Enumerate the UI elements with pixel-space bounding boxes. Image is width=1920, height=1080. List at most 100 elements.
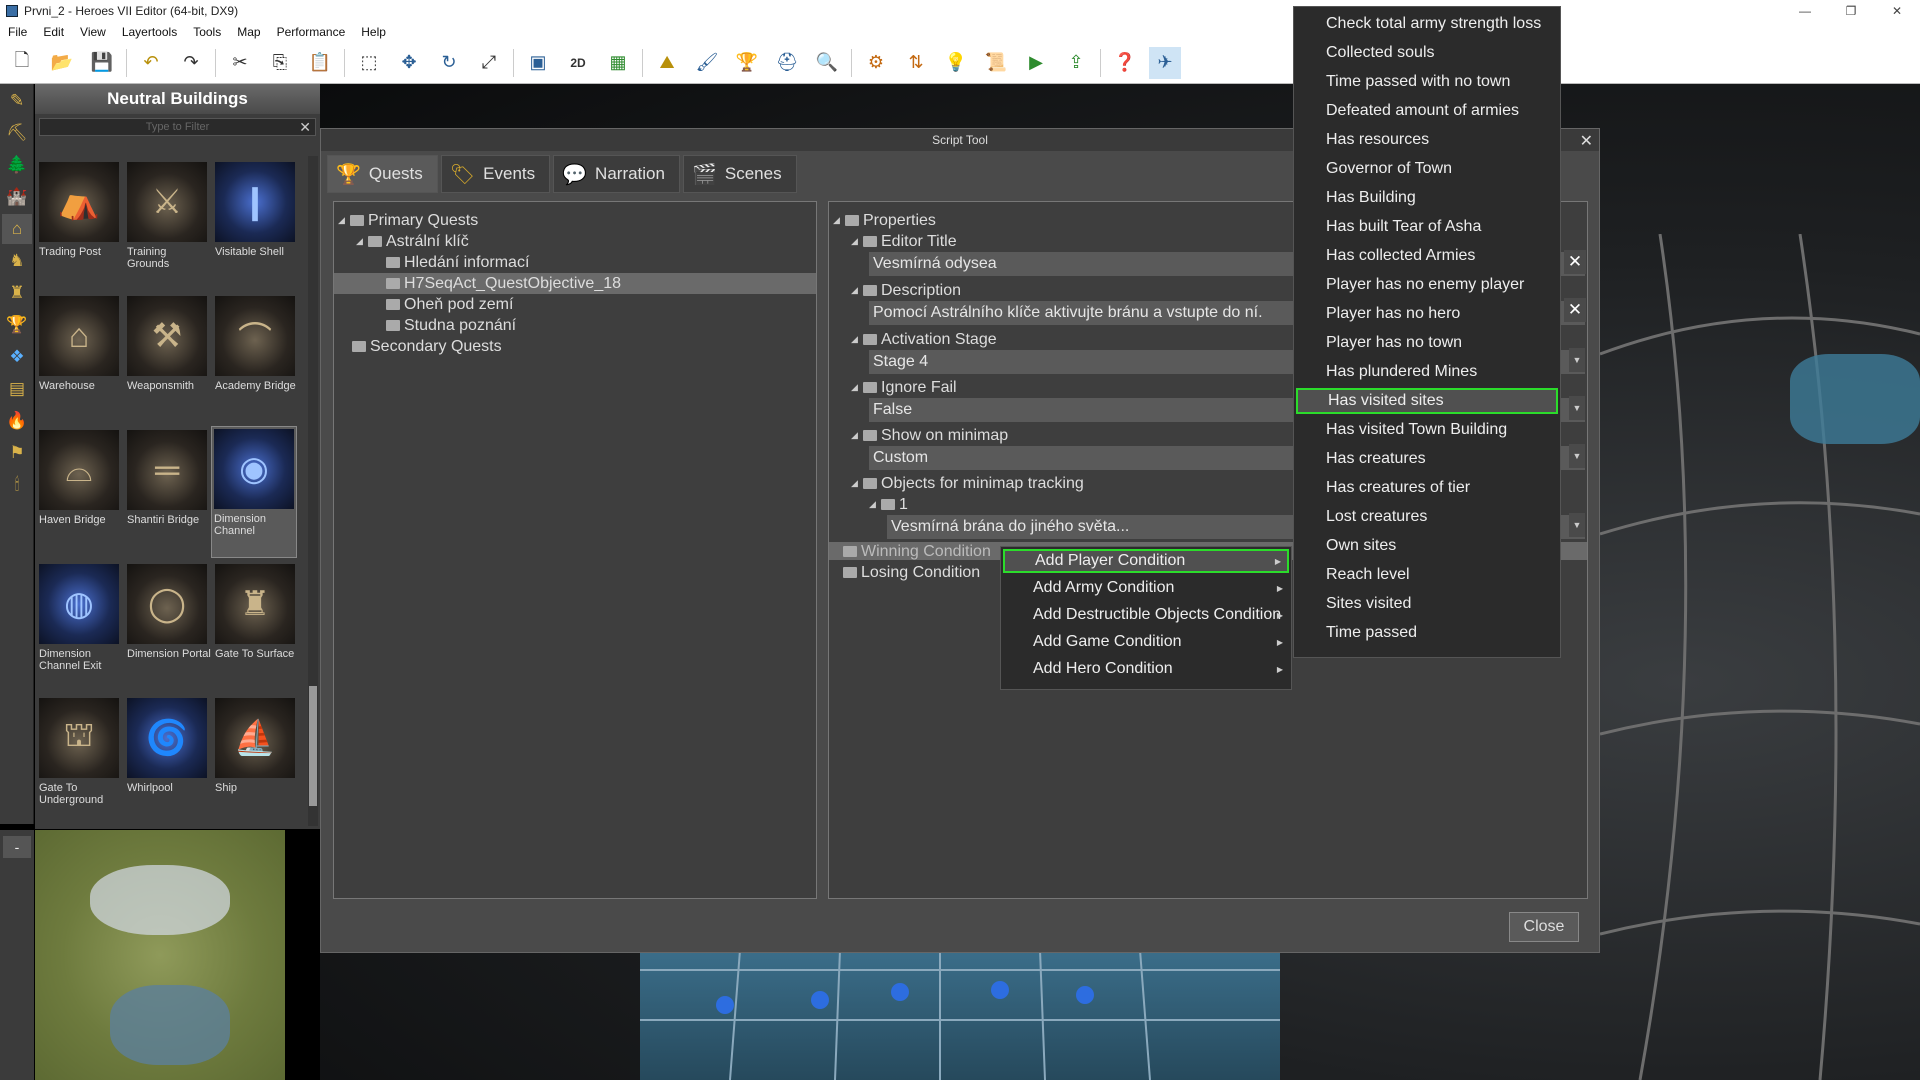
flame-icon[interactable]: 🔥 (2, 406, 32, 436)
prop-node[interactable]: ◢ Ignore Fail (851, 377, 957, 398)
tab-quests[interactable]: 🏆 Quests (327, 155, 438, 193)
submenu-item[interactable]: Lost creatures (1296, 504, 1558, 530)
trophy-icon[interactable]: 🏆 (731, 47, 763, 79)
magnifier-icon[interactable]: 🔍 (811, 47, 843, 79)
submenu-item[interactable]: Time passed (1296, 620, 1558, 646)
submenu-item[interactable]: Has creatures (1296, 446, 1558, 472)
tree-item[interactable]: ◢ Astrální klíč (356, 231, 469, 252)
helmet-icon[interactable]: ⛑ (771, 47, 803, 79)
tree-item[interactable]: Hledání informací (386, 252, 529, 273)
brush-icon[interactable]: 🖌 (691, 47, 723, 79)
building-item[interactable]: ⌓ Haven Bridge (37, 428, 123, 560)
gear-icon[interactable]: ⚙ (860, 47, 892, 79)
submenu-item[interactable]: Reach level (1296, 562, 1558, 588)
chevron-down-icon[interactable]: ▼ (1569, 348, 1585, 372)
rotate-icon[interactable]: ↻ (433, 47, 465, 79)
menu-item-add-player-condition[interactable]: Add Player Condition ▶ (1003, 549, 1289, 573)
submenu-item[interactable]: Defeated amount of armies (1296, 98, 1558, 124)
expand-arrow-icon[interactable]: ◢ (338, 215, 350, 226)
menu-performance[interactable]: Performance (269, 25, 354, 39)
clear-filter-icon[interactable]: ✕ (299, 119, 311, 136)
minimap[interactable] (35, 830, 285, 1080)
undo-icon[interactable]: ↶ (135, 47, 167, 79)
building-item[interactable]: ◍ Dimension Channel Exit (37, 562, 123, 694)
submenu-item-has-visited-sites[interactable]: Has visited sites (1296, 388, 1558, 414)
submenu-item[interactable]: Has creatures of tier (1296, 475, 1558, 501)
submenu-item[interactable]: Check total army strength loss (1296, 11, 1558, 37)
building-item[interactable]: ⚒ Weaponsmith (125, 294, 211, 426)
prop-node[interactable]: ◢ 1 (869, 494, 908, 515)
scrollbar-thumb[interactable] (309, 686, 317, 806)
close-button[interactable]: Close (1509, 912, 1579, 942)
submenu-item[interactable]: Collected souls (1296, 40, 1558, 66)
lightbulb-icon[interactable]: 💡 (940, 47, 972, 79)
crystal-icon[interactable]: ❖ (2, 342, 32, 372)
candle-icon[interactable]: 🕯 (2, 470, 32, 500)
castle-icon[interactable]: 🏰 (2, 182, 32, 212)
chevron-down-icon[interactable]: ▼ (1569, 396, 1585, 420)
menu-layertools[interactable]: Layertools (114, 25, 185, 39)
building-item[interactable]: ♜ Gate To Surface (213, 562, 299, 694)
panel-scrollbar[interactable] (308, 156, 318, 826)
tree-icon[interactable]: 🌲 (2, 150, 32, 180)
prop-node[interactable]: ◢ Description (851, 280, 961, 301)
expand-arrow-icon[interactable]: ◢ (833, 215, 845, 226)
minimap-collapse-button[interactable]: - (3, 836, 31, 858)
open-folder-icon[interactable]: 📂 (46, 47, 78, 79)
building-item[interactable]: ❙ Visitable Shell (213, 160, 299, 292)
chevron-down-icon[interactable]: ▼ (1569, 444, 1585, 468)
submenu-item[interactable]: Own sites (1296, 533, 1558, 559)
tree-item[interactable]: Studna poznání (386, 315, 516, 336)
menu-item-add-destructible-condition[interactable]: Add Destructible Objects Condition ▶ (1003, 603, 1289, 627)
menu-help[interactable]: Help (353, 25, 394, 39)
menu-map[interactable]: Map (229, 25, 268, 39)
tab-events[interactable]: 🏷 Events (440, 155, 551, 193)
tree-item[interactable]: ◢ Primary Quests (338, 210, 478, 231)
menu-item-add-army-condition[interactable]: Add Army Condition ▶ (1003, 576, 1289, 600)
copy-icon[interactable]: ⎘ (264, 47, 296, 79)
feather-icon[interactable]: ✎ (2, 86, 32, 116)
banner-icon[interactable]: ⚑ (2, 438, 32, 468)
save-icon[interactable]: 💾 (86, 47, 118, 79)
submenu-item[interactable]: Has collected Armies (1296, 243, 1558, 269)
prop-node[interactable]: Winning Condition (843, 541, 991, 562)
building-item[interactable]: ⛺ Trading Post (37, 160, 123, 292)
expand-arrow-icon[interactable]: ◢ (851, 285, 863, 296)
submenu-item[interactable]: Player has no town (1296, 330, 1558, 356)
tab-narration[interactable]: 💬 Narration (553, 155, 680, 193)
menu-tools[interactable]: Tools (185, 25, 229, 39)
export-icon[interactable]: ⇪ (1060, 47, 1092, 79)
submenu-item[interactable]: Player has no hero (1296, 301, 1558, 327)
submenu-item[interactable]: Has resources (1296, 127, 1558, 153)
prop-node[interactable]: ◢ Properties (833, 210, 936, 231)
chest-icon[interactable]: ▤ (2, 374, 32, 404)
expand-arrow-icon[interactable]: ◢ (869, 499, 881, 510)
menu-item-add-game-condition[interactable]: Add Game Condition ▶ (1003, 630, 1289, 654)
clear-description-button[interactable]: ✕ (1564, 298, 1586, 322)
building-item[interactable]: ⌒ Academy Bridge (213, 294, 299, 426)
building-item[interactable]: 🌀 Whirlpool (125, 696, 211, 828)
menu-item-add-hero-condition[interactable]: Add Hero Condition ▶ (1003, 657, 1289, 681)
prop-node[interactable]: Losing Condition (843, 562, 980, 583)
tree-item[interactable]: Oheň pod zemí (386, 294, 513, 315)
play-icon[interactable]: ▶ (1020, 47, 1052, 79)
select-icon[interactable]: ⬚ (353, 47, 385, 79)
expand-arrow-icon[interactable]: ◢ (851, 334, 863, 345)
building-item[interactable]: ◯ Dimension Portal (125, 562, 211, 694)
scale-icon[interactable]: ⤢ (473, 47, 505, 79)
submenu-item[interactable]: Time passed with no town (1296, 69, 1558, 95)
pickaxe-icon[interactable]: ⛏ (2, 118, 32, 148)
move-icon[interactable]: ✥ (393, 47, 425, 79)
submenu-item[interactable]: Player has no enemy player (1296, 272, 1558, 298)
expand-arrow-icon[interactable]: ◢ (851, 236, 863, 247)
chevron-down-icon[interactable]: ▼ (1569, 513, 1585, 537)
new-file-icon[interactable]: 🗋 (6, 47, 38, 79)
close-icon[interactable]: ✕ (1580, 131, 1593, 151)
filter-input[interactable]: Type to Filter ✕ (39, 118, 316, 136)
expand-arrow-icon[interactable]: ◢ (851, 478, 863, 489)
submenu-item[interactable]: Has visited Town Building (1296, 417, 1558, 443)
building-item[interactable]: ⛵ Ship (213, 696, 299, 828)
creature-icon[interactable]: ♞ (2, 246, 32, 276)
building-item-selected[interactable]: ◉ Dimension Channel (211, 426, 297, 558)
goblet-icon[interactable]: 🏆 (2, 310, 32, 340)
